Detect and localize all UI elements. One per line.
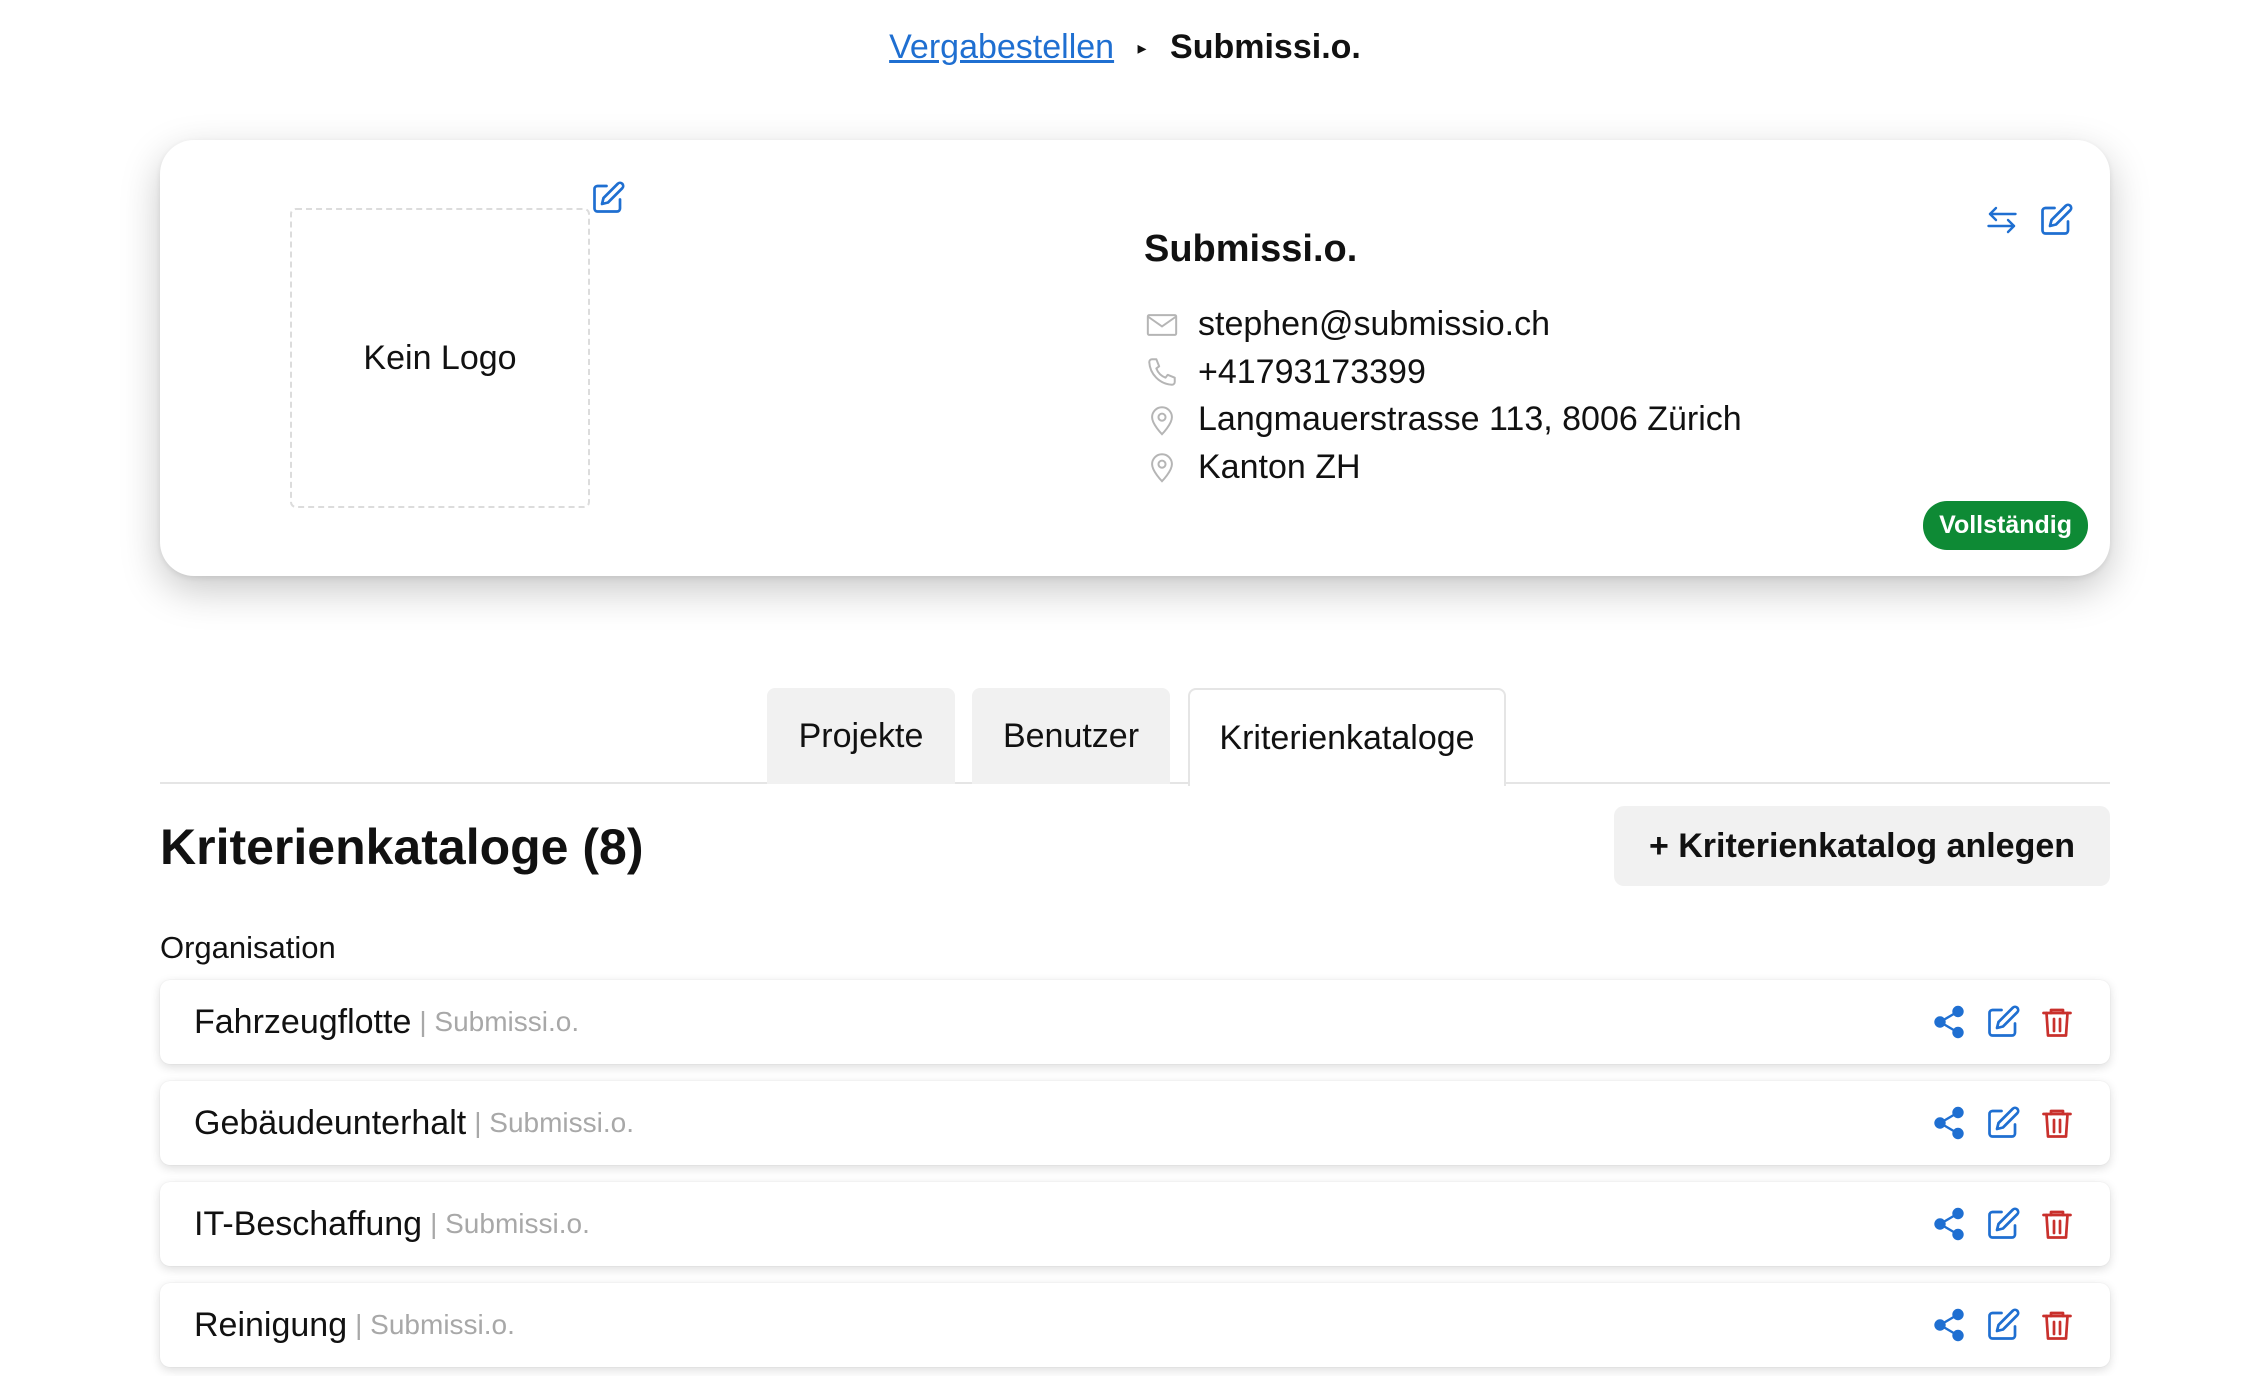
switch-organisation-button[interactable] xyxy=(1982,200,2022,240)
trash-icon xyxy=(2042,1311,2072,1340)
catalog-actions xyxy=(1930,1205,2076,1243)
catalog-name: Fahrzeugflotte xyxy=(194,1002,412,1041)
edit-icon xyxy=(1988,1308,2020,1340)
catalog-actions xyxy=(1930,1104,2076,1142)
logo-edit-button[interactable] xyxy=(588,178,628,218)
status-badge: Vollständig xyxy=(1923,501,2088,550)
phone-text: +41793173399 xyxy=(1198,352,1426,391)
share-icon xyxy=(1934,1308,1964,1342)
canton-row: Kanton ZH xyxy=(1144,444,1742,492)
logo-placeholder-text: Kein Logo xyxy=(363,338,517,377)
canton-text: Kanton ZH xyxy=(1198,447,1361,486)
catalog-owner: | Submissi.o. xyxy=(474,1107,634,1138)
phone-row: +41793173399 xyxy=(1144,349,1742,397)
edit-button[interactable] xyxy=(1984,1104,2022,1142)
organisation-card: Kein Logo Submissi.o. stephen@submissio.… xyxy=(160,140,2110,576)
edit-icon xyxy=(1988,1106,2020,1138)
edit-icon xyxy=(1988,1207,2020,1239)
catalog-owner: | Submissi.o. xyxy=(430,1208,590,1239)
group-label: Organisation xyxy=(160,930,336,965)
catalog-list: Fahrzeugflotte | Submissi.o. Gebäudeunte… xyxy=(160,980,2110,1376)
address-text: Langmauerstrasse 113, 8006 Zürich xyxy=(1198,400,1742,439)
mail-icon xyxy=(1144,307,1180,343)
delete-button[interactable] xyxy=(2038,1104,2076,1142)
edit-button[interactable] xyxy=(1984,1003,2022,1041)
catalog-actions xyxy=(1930,1003,2076,1041)
edit-button[interactable] xyxy=(1984,1306,2022,1344)
catalog-owner: | Submissi.o. xyxy=(419,1006,580,1037)
tab-benutzer[interactable]: Benutzer xyxy=(972,688,1170,784)
tab-projekte[interactable]: Projekte xyxy=(767,688,955,784)
share-icon xyxy=(1934,1005,1964,1039)
location-icon xyxy=(1144,449,1180,485)
catalog-name: IT-Beschaffung xyxy=(194,1204,423,1243)
edit-icon xyxy=(1988,1005,2020,1037)
delete-button[interactable] xyxy=(2038,1205,2076,1243)
edit-button[interactable] xyxy=(1984,1205,2022,1243)
share-button[interactable] xyxy=(1930,1205,1968,1243)
breadcrumb-current: Submissi.o. xyxy=(1170,28,1361,66)
share-icon xyxy=(1934,1207,1964,1241)
email-row: stephen@submissio.ch xyxy=(1144,301,1742,349)
breadcrumb-link-vergabestellen[interactable]: Vergabestellen xyxy=(889,28,1114,66)
catalog-name: Reinigung xyxy=(194,1305,348,1344)
address-row: Langmauerstrasse 113, 8006 Zürich xyxy=(1144,396,1742,444)
tab-bar: Projekte Benutzer Kriterienkataloge xyxy=(160,688,2110,786)
delete-button[interactable] xyxy=(2038,1003,2076,1041)
add-catalog-button[interactable]: + Kriterienkatalog anlegen xyxy=(1614,806,2110,886)
trash-icon xyxy=(2042,1008,2072,1037)
tab-kriterienkataloge[interactable]: Kriterienkataloge xyxy=(1188,688,1506,786)
list-item[interactable]: Gebäudeunterhalt | Submissi.o. xyxy=(160,1081,2110,1165)
section-title: Kriterienkataloge (8) xyxy=(160,819,644,875)
breadcrumb-separator: ▸ xyxy=(1137,38,1147,58)
catalog-name: Gebäudeunterhalt xyxy=(194,1103,467,1142)
catalog-owner: | Submissi.o. xyxy=(355,1309,515,1340)
list-item[interactable]: Fahrzeugflotte | Submissi.o. xyxy=(160,980,2110,1064)
edit-icon xyxy=(2041,203,2073,235)
trash-icon xyxy=(2042,1109,2072,1138)
edit-icon xyxy=(593,181,625,213)
logo-placeholder: Kein Logo xyxy=(290,208,590,508)
location-icon xyxy=(1144,402,1180,438)
share-button[interactable] xyxy=(1930,1003,1968,1041)
share-button[interactable] xyxy=(1930,1104,1968,1142)
organisation-name: Submissi.o. xyxy=(1144,228,1358,270)
email-text: stephen@submissio.ch xyxy=(1198,305,1551,344)
list-item[interactable]: IT-Beschaffung | Submissi.o. xyxy=(160,1182,2110,1266)
organisation-edit-button[interactable] xyxy=(2036,200,2076,240)
swap-icon xyxy=(1987,206,2017,234)
share-button[interactable] xyxy=(1930,1306,1968,1344)
breadcrumb: Vergabestellen ▸ Submissi.o. xyxy=(0,28,2250,67)
organisation-info: Submissi.o. stephen@submissio.ch +417931… xyxy=(1144,228,1742,491)
share-icon xyxy=(1934,1106,1964,1140)
delete-button[interactable] xyxy=(2038,1306,2076,1344)
catalog-actions xyxy=(1930,1306,2076,1344)
trash-icon xyxy=(2042,1210,2072,1239)
list-item[interactable]: Reinigung | Submissi.o. xyxy=(160,1283,2110,1367)
phone-icon xyxy=(1144,354,1180,390)
